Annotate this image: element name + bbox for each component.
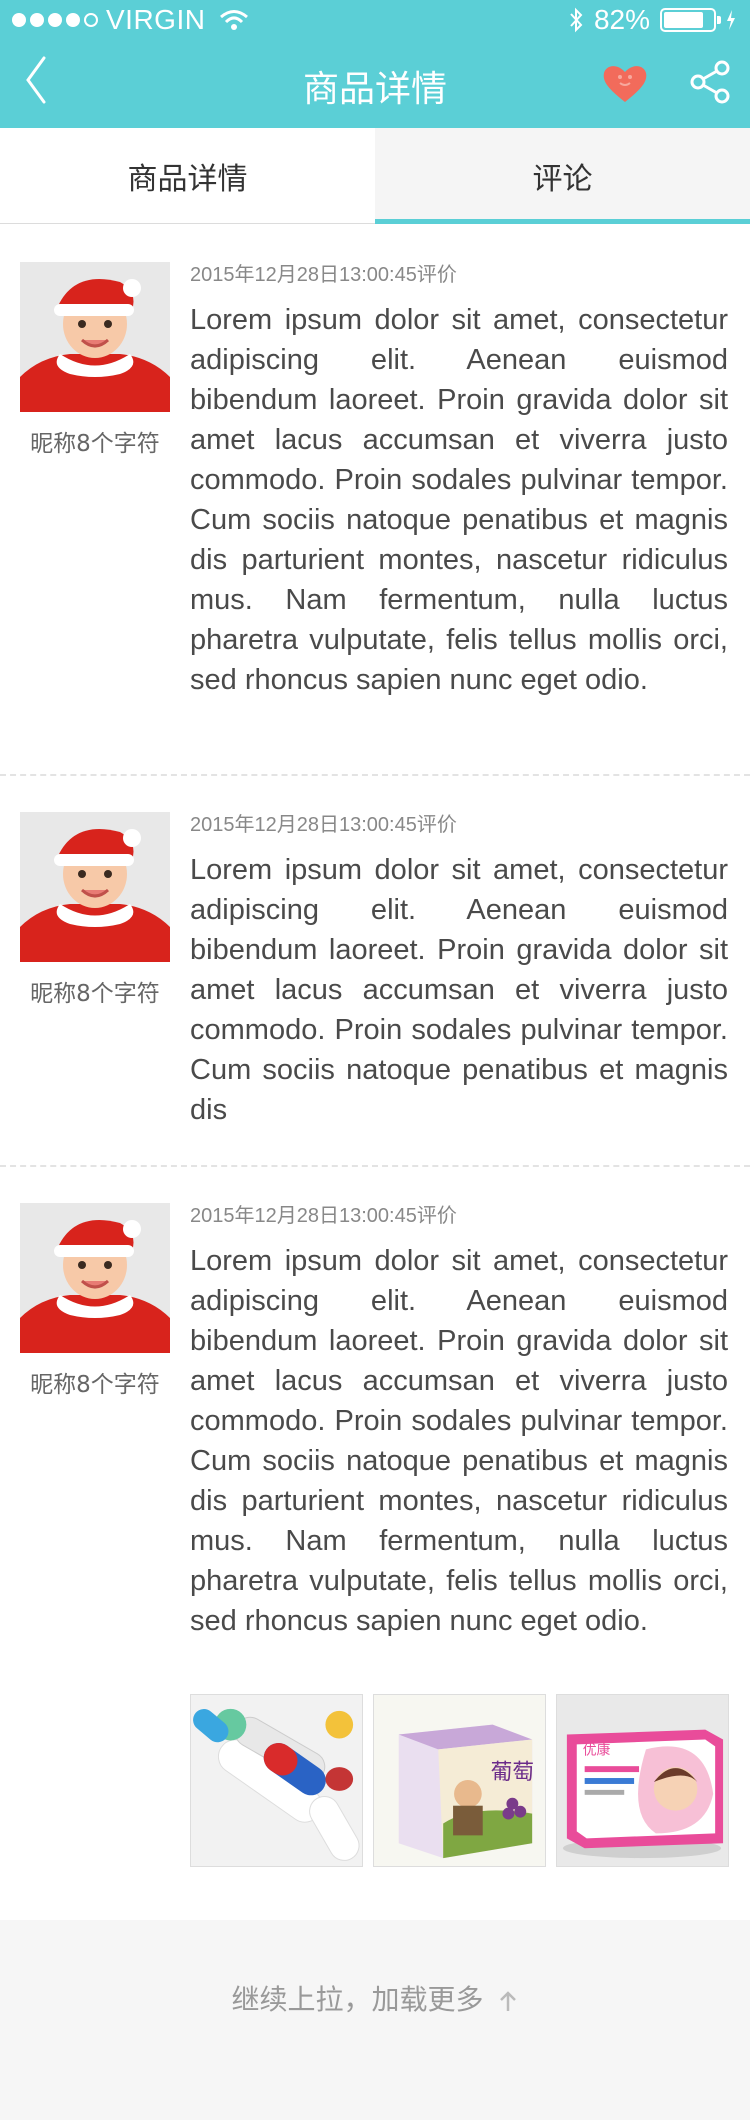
tab-reviews[interactable]: 评论	[375, 128, 750, 224]
battery-icon	[660, 8, 721, 32]
share-button[interactable]	[686, 58, 734, 106]
avatar[interactable]	[20, 812, 170, 962]
carrier-name: VIRGIN	[106, 4, 206, 35]
grape-box-text: 葡萄	[491, 1760, 534, 1785]
status-bar: VIRGIN 82%	[0, 0, 750, 40]
tab-bar: 商品详情 评论	[0, 128, 750, 224]
nav-bar: 商品详情	[0, 40, 750, 128]
load-more-label: 继续上拉，加载更多	[231, 1983, 484, 2016]
app-header: VIRGIN 82% 商品详情	[0, 0, 750, 128]
load-more-area: 继续上拉，加载更多	[0, 1920, 750, 2120]
bluetooth-icon	[570, 7, 583, 33]
tab-product-details[interactable]: 商品详情	[0, 128, 375, 223]
battery-percent: 82%	[593, 4, 650, 35]
avatar[interactable]	[20, 262, 170, 412]
grape-box-photo[interactable]: 葡萄	[373, 1694, 546, 1867]
reviewer-nickname: 昵称8个字符	[30, 1372, 160, 1398]
pills-photo[interactable]	[190, 1694, 363, 1867]
reviewer-nickname: 昵称8个字符	[30, 431, 160, 457]
wifi-icon	[220, 10, 249, 30]
favorite-heart-button[interactable]	[600, 60, 650, 106]
review-time: 2015年12月28日13:00:45评价	[190, 264, 457, 286]
review-image-list: 葡萄 优康	[190, 1694, 729, 1867]
load-more-button[interactable]: 继续上拉，加载更多	[0, 1978, 750, 2018]
charging-icon	[727, 10, 735, 30]
arrow-up-icon	[500, 1991, 517, 2011]
divider	[0, 774, 750, 776]
divider	[0, 1165, 750, 1167]
reviewer-nickname: 昵称8个字符	[30, 981, 160, 1007]
signal-dots-icon	[12, 13, 98, 27]
review-text: Lorem ipsum dolor sit amet, consectetur …	[190, 1245, 728, 1637]
review-time: 2015年12月28日13:00:45评价	[190, 1205, 457, 1227]
baby-product-box-photo[interactable]: 优康	[556, 1694, 729, 1867]
review-text: Lorem ipsum dolor sit amet, consectetur …	[190, 854, 728, 1126]
box-brand-text: 优康	[583, 1741, 611, 1758]
avatar[interactable]	[20, 1203, 170, 1353]
review-time: 2015年12月28日13:00:45评价	[190, 814, 457, 836]
review-text: Lorem ipsum dolor sit amet, consectetur …	[190, 304, 728, 696]
